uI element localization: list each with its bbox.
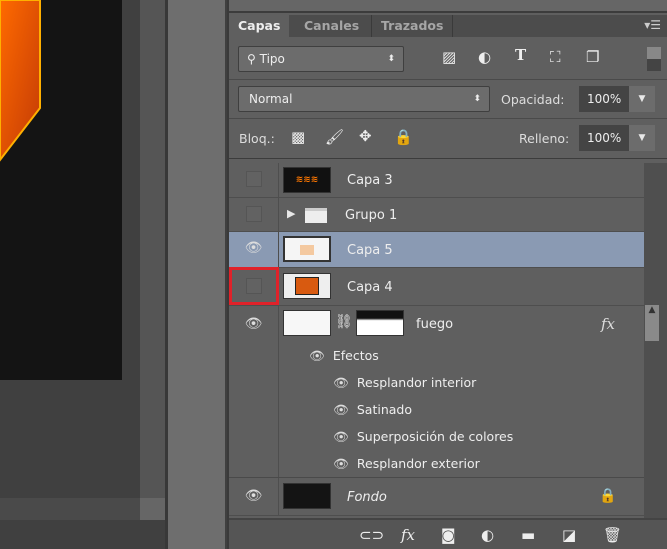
layer-thumbnail bbox=[283, 236, 331, 262]
tab-canales[interactable]: Canales bbox=[295, 15, 368, 37]
layer-row-fondo[interactable]: 👁 Fondo 🔒 bbox=[229, 478, 644, 516]
scroll-thumb[interactable]: ▲ bbox=[645, 305, 659, 341]
layer-thumbnail bbox=[283, 483, 331, 509]
smart-object-filter-icon[interactable]: ❐ bbox=[586, 48, 599, 66]
fx-indicator[interactable]: fx bbox=[601, 315, 615, 333]
opacity-dropdown[interactable]: ▼ bbox=[629, 86, 655, 112]
layer-thumbnail bbox=[283, 273, 331, 299]
layers-panel: Capas Canales Trazados ▾☰ ⚲ Tipo ⬍ ▨ ◐ T… bbox=[227, 0, 667, 549]
visibility-eye-icon[interactable]: 👁 bbox=[229, 478, 279, 515]
layer-name: Capa 5 bbox=[347, 243, 393, 258]
fx-icon[interactable]: fx bbox=[401, 526, 415, 544]
visibility-eye-icon[interactable]: 👁 bbox=[333, 402, 349, 418]
layer-name: Capa 3 bbox=[347, 173, 393, 188]
visibility-eye-icon[interactable]: 👁 bbox=[229, 232, 279, 267]
fill-dropdown[interactable]: ▼ bbox=[629, 125, 655, 151]
visibility-toggle[interactable] bbox=[229, 198, 279, 231]
layer-thumbnail: ≋≋≋ bbox=[283, 167, 331, 193]
panel-bottom-toolbar: ⊂⊃ fx ◙ ◐ ▬ ◪ 🗑 bbox=[229, 518, 667, 549]
new-layer-icon[interactable]: ◪ bbox=[562, 526, 576, 544]
highlight-box bbox=[229, 267, 279, 305]
layer-name: Capa 4 bbox=[347, 280, 393, 295]
layer-row-fuego[interactable]: 👁 ⛓ fuego fx 👁 Efectos 👁 Resplandor interi… bbox=[229, 306, 644, 478]
filter-label: Tipo bbox=[259, 52, 285, 66]
fill-label: Relleno: bbox=[519, 131, 570, 146]
layer-row-capa-5[interactable]: 👁 Capa 5 bbox=[229, 232, 644, 268]
panel-top-strip bbox=[229, 0, 667, 13]
opacity-input[interactable]: 100% bbox=[579, 86, 629, 112]
divider bbox=[229, 79, 667, 80]
divider bbox=[229, 118, 667, 119]
layer-row-capa-3[interactable]: ≋≋≋ Capa 3 bbox=[229, 163, 644, 198]
opacity-label: Opacidad: bbox=[501, 92, 565, 107]
trash-icon[interactable]: 🗑 bbox=[603, 526, 622, 544]
effects-header[interactable]: 👁 Efectos bbox=[309, 348, 379, 364]
visibility-eye-icon[interactable]: 👁 bbox=[309, 348, 325, 364]
link-icon[interactable]: ⊂⊃ bbox=[359, 526, 384, 544]
layer-name: Grupo 1 bbox=[345, 208, 398, 223]
adjustment-filter-icon[interactable]: ◐ bbox=[478, 48, 491, 66]
visibility-toggle[interactable] bbox=[229, 163, 279, 197]
vertical-scrollbar[interactable] bbox=[140, 0, 165, 520]
fill-input[interactable]: 100% bbox=[579, 125, 629, 151]
adjustment-icon[interactable]: ◐ bbox=[481, 526, 494, 544]
mask-icon[interactable]: ◙ bbox=[441, 526, 456, 544]
filter-type-select[interactable]: ⚲ Tipo ⬍ bbox=[238, 46, 404, 72]
layer-row-capa-4[interactable]: Capa 4 bbox=[229, 267, 644, 306]
lock-move-icon[interactable]: ✥ bbox=[359, 127, 372, 145]
scroll-corner bbox=[140, 498, 165, 520]
visibility-eye-icon[interactable]: 👁 bbox=[333, 456, 349, 472]
blend-mode-value: Normal bbox=[249, 92, 293, 106]
effect-item[interactable]: 👁 Superposición de colores bbox=[333, 429, 513, 445]
layer-name: fuego bbox=[416, 317, 454, 332]
layer-thumbnail bbox=[283, 310, 331, 336]
horizontal-scrollbar[interactable] bbox=[0, 498, 140, 520]
fire-shape-artwork bbox=[0, 0, 41, 162]
layers-scrollbar[interactable]: ▲ bbox=[644, 163, 667, 518]
expand-arrow-icon[interactable]: ▶ bbox=[287, 207, 295, 220]
document-canvas[interactable] bbox=[0, 0, 122, 380]
type-filter-icon[interactable]: T bbox=[515, 46, 526, 64]
tab-capas[interactable]: Capas bbox=[229, 15, 290, 37]
visibility-eye-icon[interactable]: 👁 bbox=[333, 429, 349, 445]
folder-icon bbox=[305, 208, 327, 223]
panel-dock-column bbox=[168, 0, 225, 549]
panel-tabs: Capas Canales Trazados ▾☰ bbox=[229, 15, 667, 37]
lock-label: Bloq.: bbox=[239, 131, 275, 146]
search-icon: ⚲ bbox=[247, 52, 256, 66]
lock-paint-icon[interactable]: 🖌 bbox=[325, 128, 344, 146]
lock-all-icon[interactable]: 🔒 bbox=[394, 128, 413, 146]
lock-icon: 🔒 bbox=[599, 488, 617, 504]
layer-name: Fondo bbox=[347, 490, 387, 505]
layer-mask-thumbnail[interactable] bbox=[356, 310, 404, 336]
divider bbox=[229, 158, 667, 159]
image-filter-icon[interactable]: ▨ bbox=[442, 48, 456, 66]
folder-icon[interactable]: ▬ bbox=[521, 526, 535, 544]
visibility-eye-icon[interactable]: 👁 bbox=[333, 375, 349, 391]
tab-trazados[interactable]: Trazados bbox=[371, 15, 454, 37]
updown-icon: ⬍ bbox=[387, 54, 395, 64]
lock-transparent-icon[interactable]: ▩ bbox=[291, 128, 305, 146]
filter-toggle-switch[interactable] bbox=[647, 47, 661, 71]
chain-link-icon[interactable]: ⛓ bbox=[335, 314, 353, 330]
layer-row-grupo-1[interactable]: ▶ Grupo 1 bbox=[229, 198, 644, 232]
effect-item[interactable]: 👁 Satinado bbox=[333, 402, 412, 418]
effect-item[interactable]: 👁 Resplandor interior bbox=[333, 375, 476, 391]
visibility-eye-icon[interactable]: 👁 bbox=[229, 306, 279, 477]
effect-item[interactable]: 👁 Resplandor exterior bbox=[333, 456, 480, 472]
blend-mode-select[interactable]: Normal ⬍ bbox=[238, 86, 490, 112]
shape-filter-icon[interactable]: ⛶ bbox=[550, 48, 561, 66]
updown-icon: ⬍ bbox=[473, 94, 481, 104]
panel-menu-icon[interactable]: ▾☰ bbox=[644, 18, 661, 32]
